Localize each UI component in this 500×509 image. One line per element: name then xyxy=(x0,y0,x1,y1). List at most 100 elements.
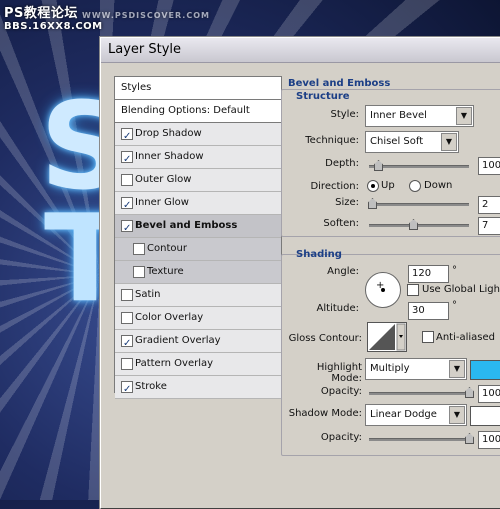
technique-value: Chisel Soft xyxy=(370,136,424,147)
depth-input[interactable]: 100 xyxy=(478,157,500,175)
style-checkbox[interactable] xyxy=(121,333,133,355)
direction-down-radio[interactable] xyxy=(409,180,421,192)
shadow-mode-dropdown[interactable]: Linear Dodge ▼ xyxy=(365,404,467,426)
shadow-color-swatch[interactable] xyxy=(470,406,500,426)
style-item-satin[interactable]: Satin xyxy=(115,284,281,307)
shadow-mode-label: Shadow Mode: xyxy=(288,408,362,419)
style-item-label: Drop Shadow xyxy=(135,128,202,139)
style-item-label: Gradient Overlay xyxy=(135,335,221,346)
depth-slider[interactable] xyxy=(369,165,469,168)
style-item-label: Inner Shadow xyxy=(135,151,204,162)
shadow-mode-value: Linear Dodge xyxy=(370,409,437,420)
style-item-stroke[interactable]: Stroke xyxy=(115,376,281,401)
size-label: Size: xyxy=(335,197,359,208)
direction-up-radio[interactable] xyxy=(367,180,379,192)
style-item-pattern-overlay[interactable]: Pattern Overlay xyxy=(115,353,281,376)
style-checkbox[interactable] xyxy=(121,126,133,148)
style-label: Style: xyxy=(330,109,360,120)
style-item-color-overlay[interactable]: Color Overlay xyxy=(115,307,281,330)
watermark-title: PS教程论坛 xyxy=(4,6,78,21)
style-dropdown[interactable]: Inner Bevel ▼ xyxy=(365,105,474,127)
altitude-input[interactable]: 30 xyxy=(408,302,449,320)
shadow-opacity-input[interactable]: 100 xyxy=(478,431,500,449)
style-item-outer-glow[interactable]: Outer Glow xyxy=(115,169,281,192)
shading-title: Shading xyxy=(296,249,342,260)
chevron-down-icon: ▼ xyxy=(441,133,457,151)
style-item-label: Inner Glow xyxy=(135,197,189,208)
style-checkbox[interactable] xyxy=(121,195,133,217)
dialog-title: Layer Style xyxy=(101,38,500,63)
global-light-label: Use Global Light xyxy=(422,284,500,295)
style-item-label: Pattern Overlay xyxy=(135,358,214,369)
angle-degree: ° xyxy=(452,265,457,276)
soften-input[interactable]: 7 xyxy=(478,217,500,235)
highlight-mode-dropdown[interactable]: Multiply ▼ xyxy=(365,358,467,380)
style-item-drop-shadow[interactable]: Drop Shadow xyxy=(115,123,281,148)
watermark: PS教程论坛 WWW.PSDISCOVER.COM BBS.16XX8.COM xyxy=(4,2,209,32)
altitude-degree: ° xyxy=(452,300,457,311)
style-item-label: Satin xyxy=(135,289,161,300)
global-light-checkbox[interactable] xyxy=(407,284,419,296)
bevel-title: Bevel and Emboss xyxy=(288,78,391,89)
style-checkbox[interactable] xyxy=(121,149,133,171)
style-value: Inner Bevel xyxy=(370,110,427,121)
highlight-mode-label: Highlight Mode: xyxy=(316,362,362,384)
blending-options-item[interactable]: Blending Options: Default xyxy=(115,100,281,123)
style-checkbox[interactable] xyxy=(121,289,133,301)
size-input[interactable]: 2 xyxy=(478,196,500,214)
direction-label: Direction: xyxy=(310,181,359,192)
watermark-url: WWW.PSDISCOVER.COM xyxy=(82,11,210,20)
chevron-down-icon: ▼ xyxy=(449,406,465,424)
contour-curve-icon xyxy=(369,323,406,351)
style-item-gradient-overlay[interactable]: Gradient Overlay xyxy=(115,330,281,355)
style-item-bevel-and-emboss[interactable]: Bevel and Emboss xyxy=(115,215,281,240)
angle-input[interactable]: 120 xyxy=(408,265,449,283)
chevron-down-icon: ▼ xyxy=(449,360,465,378)
highlight-color-swatch[interactable] xyxy=(470,360,500,380)
layer-style-dialog: Layer Style Styles Blending Options: Def… xyxy=(100,37,500,509)
direction-up-label: Up xyxy=(381,180,395,191)
style-item-label: Contour xyxy=(147,243,187,254)
technique-dropdown[interactable]: Chisel Soft ▼ xyxy=(365,131,459,153)
antialiased-checkbox[interactable] xyxy=(422,331,434,343)
style-item-texture[interactable]: Texture xyxy=(115,261,281,284)
style-item-inner-glow[interactable]: Inner Glow xyxy=(115,192,281,217)
direction-down-label: Down xyxy=(424,180,453,191)
style-item-label: Texture xyxy=(147,266,184,277)
style-checkbox[interactable] xyxy=(121,218,133,240)
soften-slider[interactable] xyxy=(369,224,469,227)
style-checkbox[interactable] xyxy=(121,358,133,370)
technique-label: Technique: xyxy=(305,135,359,146)
gloss-contour-picker[interactable] xyxy=(367,322,407,352)
angle-dot xyxy=(381,288,385,292)
chevron-down-icon: ▼ xyxy=(456,107,472,125)
style-checkbox[interactable] xyxy=(121,312,133,324)
antialiased-label: Anti-aliased xyxy=(436,332,496,343)
soften-label: Soften: xyxy=(323,218,359,229)
gloss-contour-label: Gloss Contour: xyxy=(288,333,362,344)
structure-title: Structure xyxy=(296,91,350,102)
style-item-inner-shadow[interactable]: Inner Shadow xyxy=(115,146,281,171)
size-slider[interactable] xyxy=(369,203,469,206)
style-checkbox[interactable] xyxy=(121,379,133,401)
shadow-opacity-label: Opacity: xyxy=(320,432,362,443)
shadow-opacity-slider[interactable] xyxy=(369,438,469,441)
highlight-opacity-input[interactable]: 100 xyxy=(478,385,500,403)
style-checkbox[interactable] xyxy=(121,174,133,186)
style-item-label: Outer Glow xyxy=(135,174,192,185)
altitude-label: Altitude: xyxy=(316,303,359,314)
angle-dial[interactable]: + xyxy=(365,272,401,308)
style-item-label: Bevel and Emboss xyxy=(135,220,238,231)
angle-label: Angle: xyxy=(327,266,359,277)
style-checkbox[interactable] xyxy=(133,266,145,278)
highlight-opacity-slider[interactable] xyxy=(369,392,469,395)
highlight-mode-value: Multiply xyxy=(370,363,410,374)
style-item-label: Stroke xyxy=(135,381,167,392)
highlight-opacity-label: Opacity: xyxy=(320,386,362,397)
styles-header[interactable]: Styles xyxy=(115,77,281,100)
style-item-contour[interactable]: Contour xyxy=(115,238,281,261)
style-checkbox[interactable] xyxy=(133,243,145,255)
style-item-label: Color Overlay xyxy=(135,312,204,323)
depth-label: Depth: xyxy=(325,158,359,169)
styles-list: Styles Blending Options: Default Drop Sh… xyxy=(114,76,282,401)
